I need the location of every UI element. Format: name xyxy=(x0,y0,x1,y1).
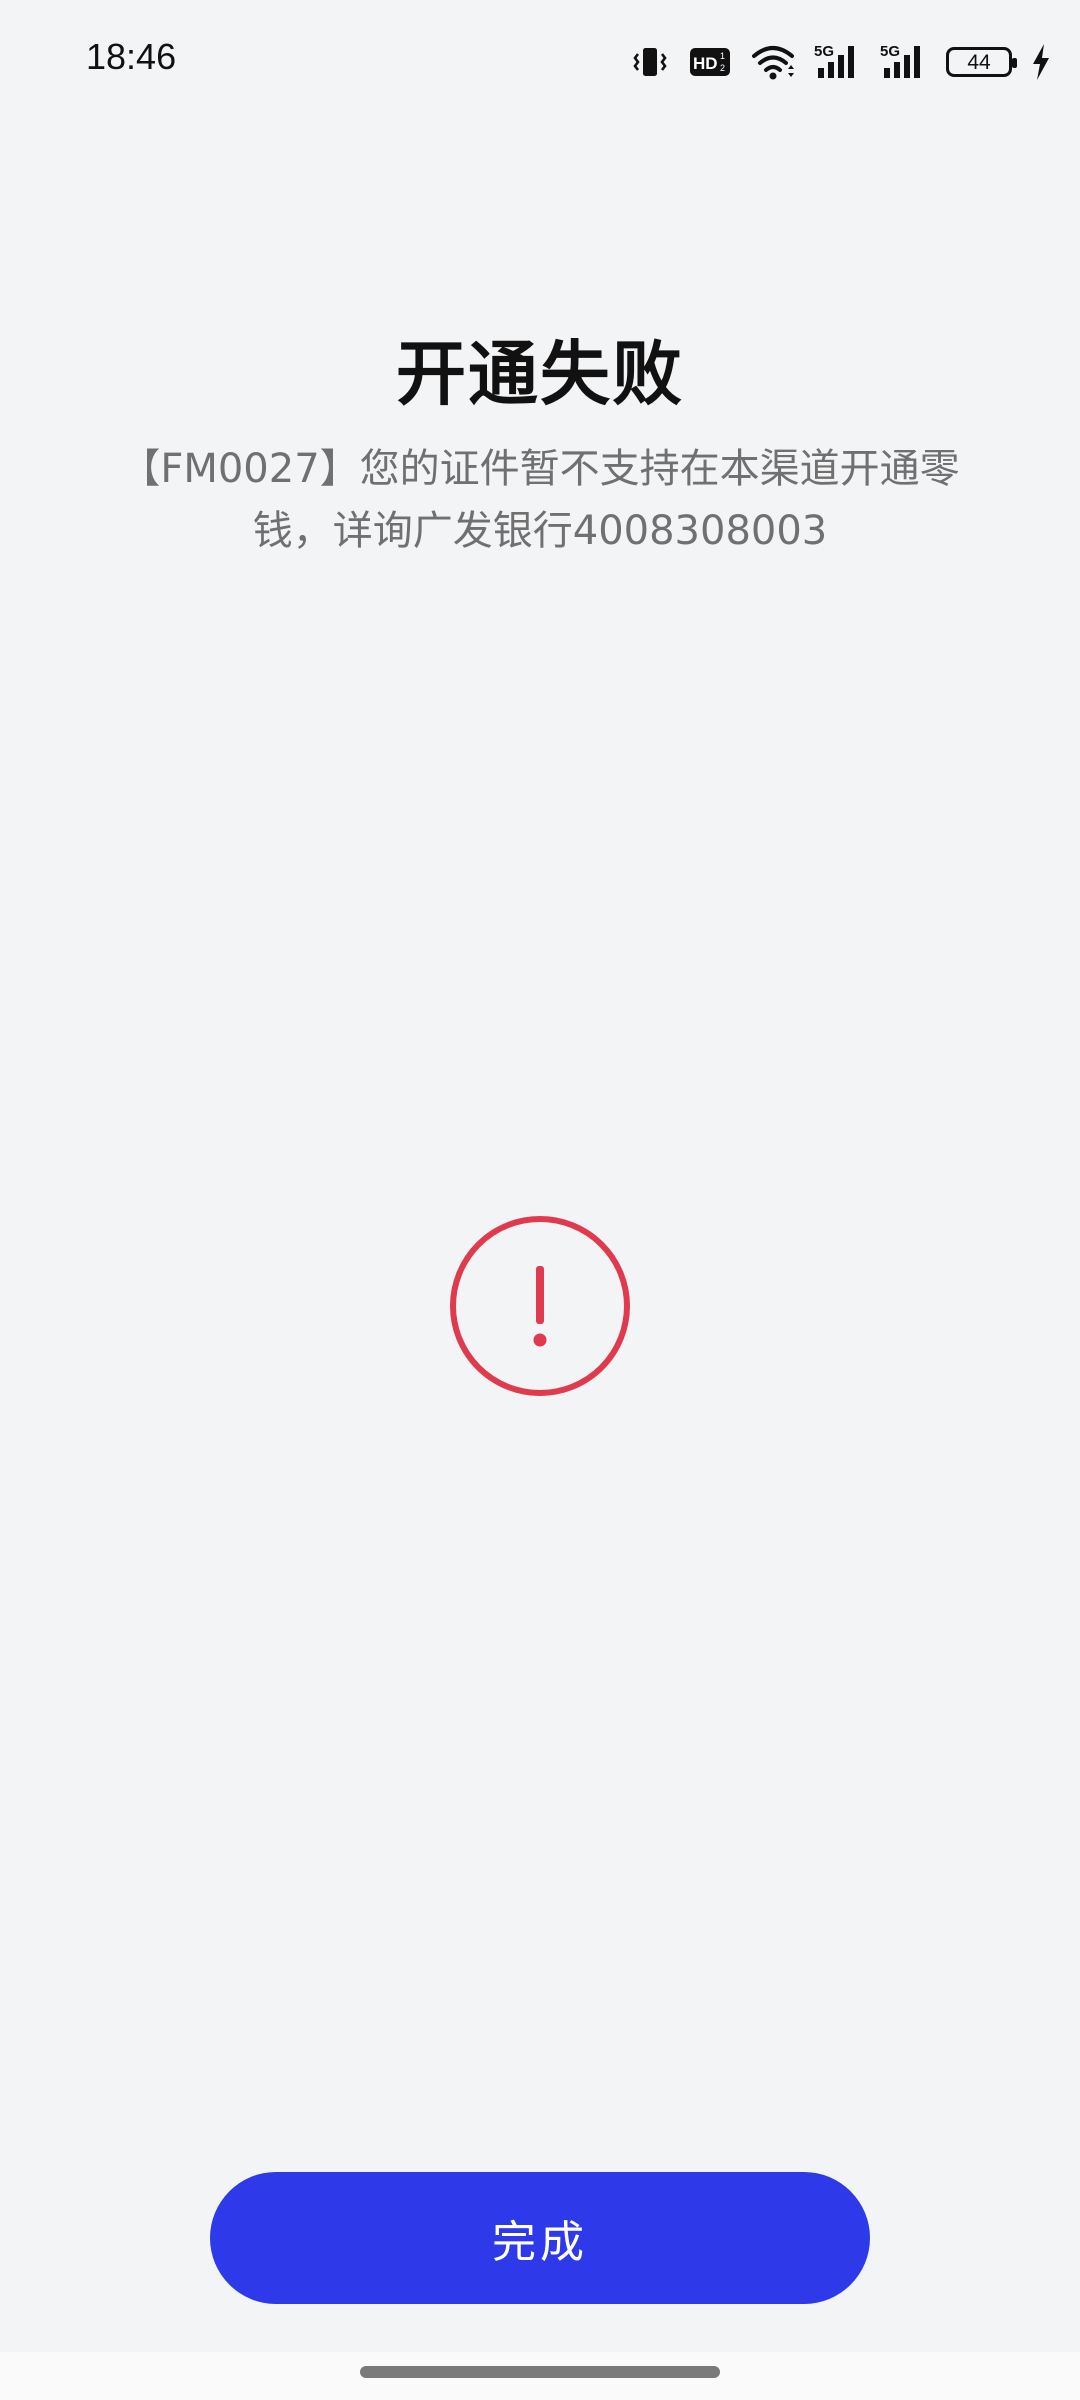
battery-level: 44 xyxy=(967,50,991,74)
done-button[interactable]: 完成 xyxy=(210,2172,870,2304)
hd-icon: HD 1 2 xyxy=(688,44,732,80)
charging-icon xyxy=(1030,42,1052,82)
exclamation-circle-icon xyxy=(448,1214,632,1398)
error-message: 【FM0027】您的证件暂不支持在本渠道开通零钱，详询广发银行400830800… xyxy=(120,446,960,554)
svg-text:2: 2 xyxy=(720,63,725,73)
svg-text:5G: 5G xyxy=(880,43,900,60)
svg-text:5G: 5G xyxy=(814,43,834,60)
status-icons: HD 1 2 5G 5G 44 xyxy=(630,38,1052,86)
page-title: 开通失败 xyxy=(396,333,684,415)
signal-5g-icon: 5G xyxy=(814,42,862,82)
status-bar: 18:46 HD 1 2 5G 5G 44 xyxy=(0,0,1080,125)
svg-text:HD: HD xyxy=(693,54,718,73)
svg-text:1: 1 xyxy=(720,51,725,61)
battery-icon: 44 xyxy=(946,47,1017,77)
signal-5g-icon: 5G xyxy=(880,42,928,82)
home-indicator[interactable] xyxy=(360,2366,720,2378)
status-time: 18:46 xyxy=(86,36,177,77)
vibrate-icon xyxy=(630,42,670,82)
wifi-icon xyxy=(750,42,796,82)
